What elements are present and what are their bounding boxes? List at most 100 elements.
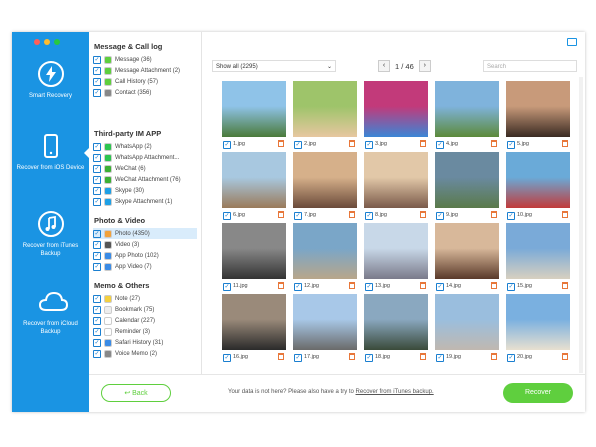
photo-thumbnail[interactable] xyxy=(364,152,428,208)
category-item[interactable]: ✓ Message (36) xyxy=(93,54,197,65)
checkbox[interactable]: ✓ xyxy=(365,354,373,362)
category-item[interactable]: ✓ Call History (57) xyxy=(93,76,197,87)
checkbox[interactable]: ✓ xyxy=(436,354,444,362)
checkbox[interactable]: ✓ xyxy=(93,88,101,97)
category-item[interactable]: ✓ Photo (4350) xyxy=(93,228,197,239)
photo-item[interactable]: ✓ 11.jpg xyxy=(222,223,286,293)
checkbox[interactable]: ✓ xyxy=(507,354,515,362)
checkbox[interactable]: ✓ xyxy=(93,55,101,64)
category-item[interactable]: ✓ Contact (356) xyxy=(93,87,197,98)
trash-icon[interactable] xyxy=(349,353,355,360)
checkbox[interactable]: ✓ xyxy=(93,262,101,271)
checkbox[interactable]: ✓ xyxy=(93,66,101,75)
filter-dropdown[interactable]: Show all (2295) ⌄ xyxy=(212,60,336,72)
checkbox[interactable]: ✓ xyxy=(93,229,101,238)
photo-thumbnail[interactable] xyxy=(506,152,570,208)
trash-icon[interactable] xyxy=(278,353,284,360)
category-item[interactable]: ✓ WeChat Attachment (76) xyxy=(93,174,197,185)
photo-item[interactable]: ✓ 2.jpg xyxy=(293,81,357,151)
photo-thumbnail[interactable] xyxy=(364,223,428,279)
checkbox[interactable]: ✓ xyxy=(365,141,373,149)
zoom-button[interactable] xyxy=(54,39,60,45)
close-button[interactable] xyxy=(34,39,40,45)
checkbox[interactable]: ✓ xyxy=(436,283,444,291)
checkbox[interactable]: ✓ xyxy=(507,283,515,291)
category-item[interactable]: ✓ Skype (30) xyxy=(93,185,197,196)
photo-item[interactable]: ✓ 1.jpg xyxy=(222,81,286,151)
trash-icon[interactable] xyxy=(349,140,355,147)
checkbox[interactable]: ✓ xyxy=(223,283,231,291)
photo-item[interactable]: ✓ 13.jpg xyxy=(364,223,428,293)
trash-icon[interactable] xyxy=(420,211,426,218)
photo-item[interactable]: ✓ 12.jpg xyxy=(293,223,357,293)
checkbox[interactable]: ✓ xyxy=(93,316,101,325)
photo-item[interactable]: ✓ 18.jpg xyxy=(364,294,428,364)
photo-item[interactable]: ✓ 7.jpg xyxy=(293,152,357,222)
photo-thumbnail[interactable] xyxy=(293,223,357,279)
checkbox[interactable]: ✓ xyxy=(93,349,101,358)
trash-icon[interactable] xyxy=(349,211,355,218)
checkbox[interactable]: ✓ xyxy=(93,338,101,347)
scrollbar[interactable] xyxy=(579,77,583,373)
photo-item[interactable]: ✓ 15.jpg xyxy=(506,223,570,293)
checkbox[interactable]: ✓ xyxy=(93,164,101,173)
category-item[interactable]: ✓ Reminder (3) xyxy=(93,326,197,337)
photo-thumbnail[interactable] xyxy=(222,81,286,137)
back-button[interactable]: ↩ Back xyxy=(101,384,171,402)
photo-thumbnail[interactable] xyxy=(506,223,570,279)
checkbox[interactable]: ✓ xyxy=(93,251,101,260)
checkbox[interactable]: ✓ xyxy=(93,142,101,151)
trash-icon[interactable] xyxy=(349,282,355,289)
photo-thumbnail[interactable] xyxy=(293,152,357,208)
checkbox[interactable]: ✓ xyxy=(507,141,515,149)
prev-page-button[interactable]: ‹ xyxy=(378,60,390,72)
photo-thumbnail[interactable] xyxy=(293,294,357,350)
checkbox[interactable]: ✓ xyxy=(93,240,101,249)
trash-icon[interactable] xyxy=(491,211,497,218)
checkbox[interactable]: ✓ xyxy=(223,212,231,220)
category-item[interactable]: ✓ Voice Memo (2) xyxy=(93,348,197,359)
photo-item[interactable]: ✓ 17.jpg xyxy=(293,294,357,364)
trash-icon[interactable] xyxy=(420,353,426,360)
photo-item[interactable]: ✓ 19.jpg xyxy=(435,294,499,364)
trash-icon[interactable] xyxy=(562,282,568,289)
checkbox[interactable]: ✓ xyxy=(294,354,302,362)
photo-thumbnail[interactable] xyxy=(435,81,499,137)
checkbox[interactable]: ✓ xyxy=(93,197,101,206)
checkbox[interactable]: ✓ xyxy=(436,141,444,149)
trash-icon[interactable] xyxy=(420,282,426,289)
photo-item[interactable]: ✓ 10.jpg xyxy=(506,152,570,222)
checkbox[interactable]: ✓ xyxy=(93,153,101,162)
photo-item[interactable]: ✓ 5.jpg xyxy=(506,81,570,151)
trash-icon[interactable] xyxy=(491,282,497,289)
checkbox[interactable]: ✓ xyxy=(93,77,101,86)
checkbox[interactable]: ✓ xyxy=(294,212,302,220)
photo-item[interactable]: ✓ 16.jpg xyxy=(222,294,286,364)
category-item[interactable]: ✓ WeChat (6) xyxy=(93,163,197,174)
photo-thumbnail[interactable] xyxy=(222,223,286,279)
photo-item[interactable]: ✓ 9.jpg xyxy=(435,152,499,222)
trash-icon[interactable] xyxy=(278,211,284,218)
category-item[interactable]: ✓ App Video (7) xyxy=(93,261,197,272)
checkbox[interactable]: ✓ xyxy=(223,141,231,149)
checkbox[interactable]: ✓ xyxy=(294,141,302,149)
category-item[interactable]: ✓ Video (3) xyxy=(93,239,197,250)
sidebar-item-itunes-backup[interactable]: Recover from iTunes Backup xyxy=(12,210,89,258)
photo-thumbnail[interactable] xyxy=(506,294,570,350)
category-item[interactable]: ✓ Safari History (31) xyxy=(93,337,197,348)
photo-thumbnail[interactable] xyxy=(435,223,499,279)
checkbox[interactable]: ✓ xyxy=(93,175,101,184)
photo-thumbnail[interactable] xyxy=(506,81,570,137)
checkbox[interactable]: ✓ xyxy=(93,327,101,336)
recover-button[interactable]: Recover xyxy=(503,383,573,403)
checkbox[interactable]: ✓ xyxy=(365,283,373,291)
photo-thumbnail[interactable] xyxy=(435,152,499,208)
next-page-button[interactable]: › xyxy=(418,60,431,72)
category-item[interactable]: ✓ Skype Attachment (1) xyxy=(93,196,197,207)
checkbox[interactable]: ✓ xyxy=(223,354,231,362)
feedback-icon[interactable] xyxy=(567,38,577,46)
itunes-backup-link[interactable]: Recover from iTunes backup. xyxy=(356,389,434,395)
trash-icon[interactable] xyxy=(491,353,497,360)
category-item[interactable]: ✓ Note (27) xyxy=(93,293,197,304)
photo-thumbnail[interactable] xyxy=(364,81,428,137)
